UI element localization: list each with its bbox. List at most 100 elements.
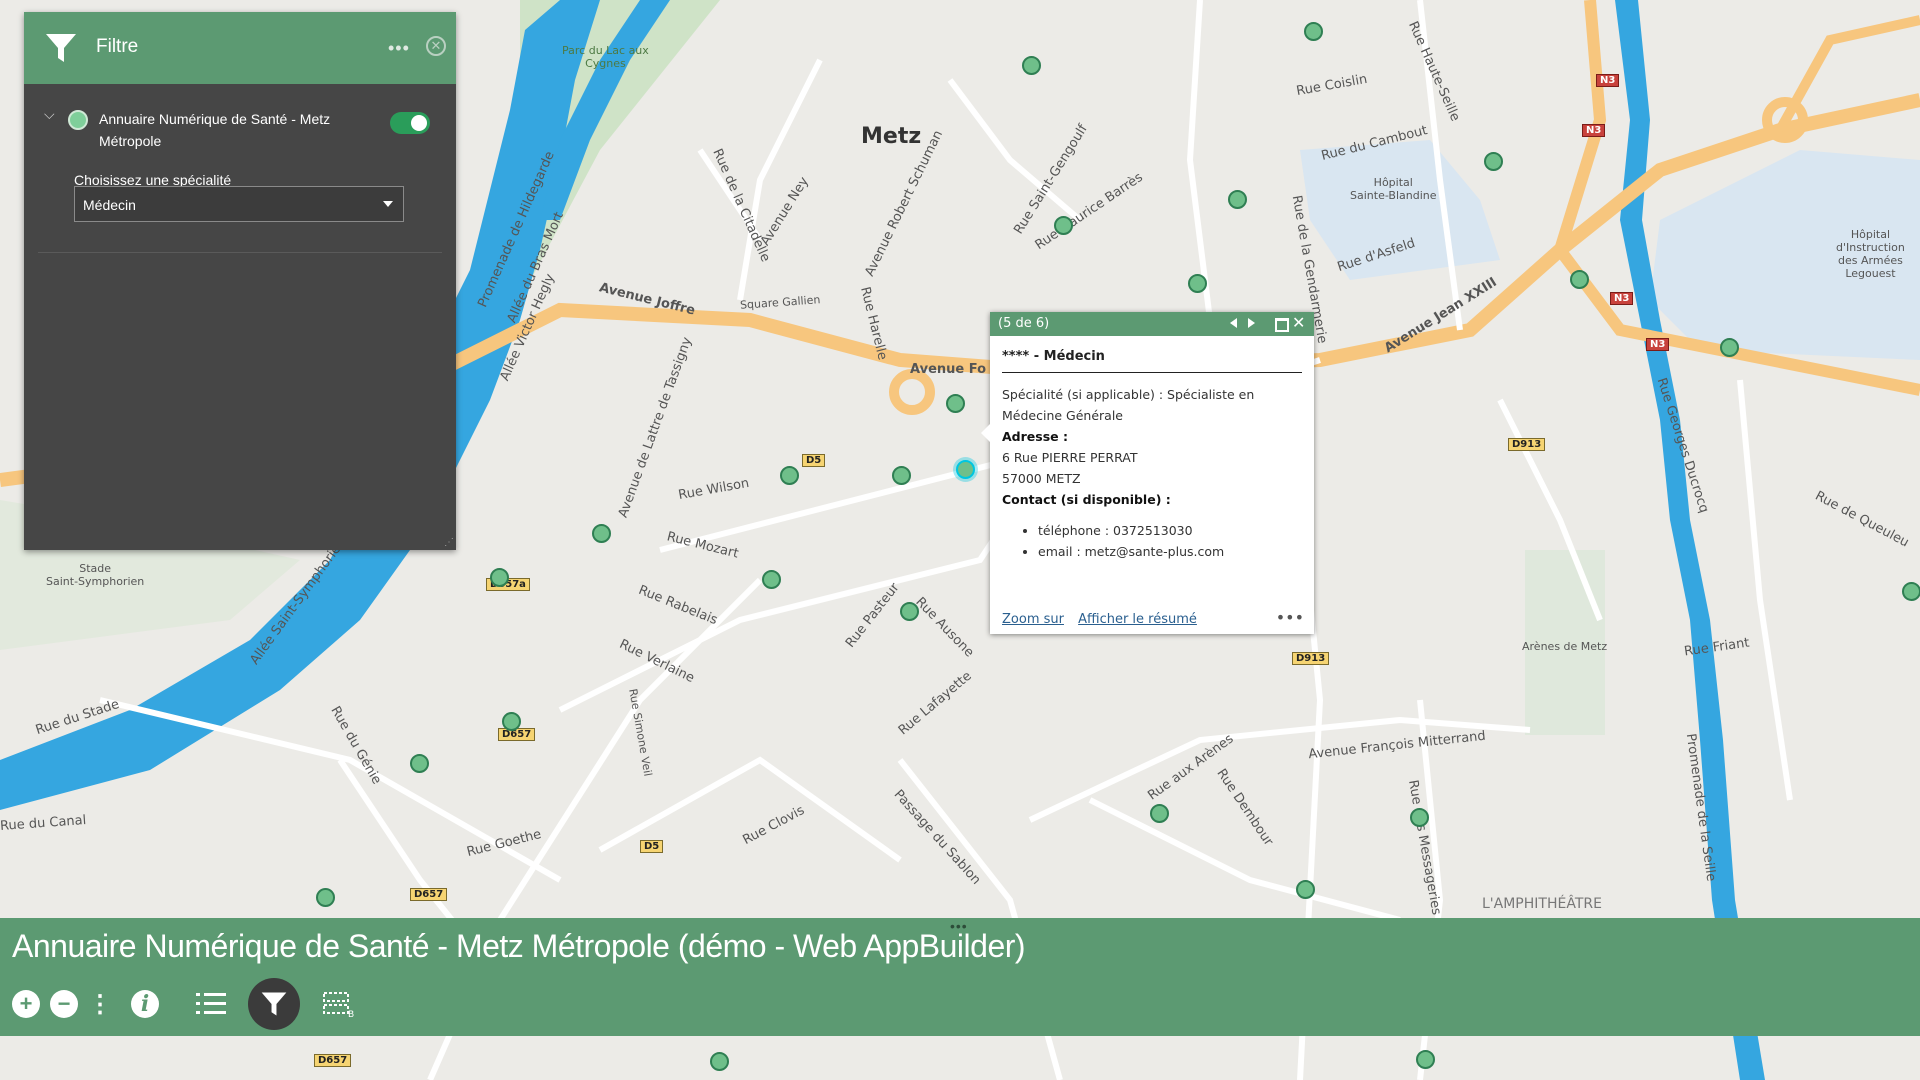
attribute-table-button[interactable]: B: [322, 982, 356, 1026]
zoom-in-button[interactable]: +: [12, 982, 40, 1026]
specialty-select-value: Médecin: [83, 197, 136, 213]
caret-down-icon: [383, 201, 393, 207]
map-label-hopital-sainte-blandine: Hôpital Sainte-Blandine: [1350, 176, 1437, 202]
map-marker[interactable]: [1150, 804, 1169, 823]
specialty-select[interactable]: Médecin: [74, 186, 404, 222]
minus-icon: −: [50, 990, 78, 1018]
map-marker[interactable]: [316, 888, 335, 907]
map-marker[interactable]: [1188, 274, 1207, 293]
filter-panel: Filtre ••• ✕ ⌵ Annuaire Numérique de San…: [24, 12, 456, 550]
app-bottom-bar: ••• Annuaire Numérique de Santé - Metz M…: [0, 918, 1920, 1036]
map-marker[interactable]: [1902, 582, 1920, 601]
road-shield-d657: D657: [314, 1054, 352, 1067]
chevron-down-icon[interactable]: ⌵: [44, 106, 55, 123]
road-shield-d913: D913: [1292, 652, 1330, 665]
map-marker[interactable]: [1410, 808, 1429, 827]
map-marker[interactable]: [946, 394, 965, 413]
filter-layer-toggle[interactable]: [390, 112, 430, 134]
map-marker[interactable]: [592, 524, 611, 543]
filter-divider: [38, 252, 442, 253]
feature-popup: (5 de 6) ✕ **** - Médecin Spécialité (si…: [981, 312, 1314, 634]
resize-grip-icon[interactable]: ⋰: [444, 537, 454, 548]
map-label-avenue-fo: Avenue Fo: [910, 362, 987, 377]
filter-close-button[interactable]: ✕: [426, 36, 446, 56]
map-marker[interactable]: [1054, 216, 1073, 235]
map-label-parc: Parc du Lac aux Cygnes: [562, 44, 649, 70]
app-title: Annuaire Numérique de Santé - Metz Métro…: [12, 928, 1026, 964]
road-shield-n3: N3: [1646, 338, 1670, 351]
popup-count: (5 de 6): [998, 316, 1050, 331]
filter-layer-title: Annuaire Numérique de Santé - Metz Métro…: [99, 111, 331, 149]
map-marker[interactable]: [1484, 152, 1503, 171]
popup-contact-label: Contact (si disponible) :: [1002, 492, 1171, 507]
popup-specialite: Spécialité (si applicable) : Spécialiste…: [1002, 387, 1255, 423]
map-marker[interactable]: [780, 466, 799, 485]
map-label-amphitheatre: L'AMPHITHÉÂTRE: [1482, 896, 1602, 912]
road-shield-n3: N3: [1610, 292, 1634, 305]
map-marker[interactable]: [1296, 880, 1315, 899]
plus-icon: +: [12, 990, 40, 1018]
popup-pointer: [981, 424, 990, 442]
map-marker[interactable]: [502, 712, 521, 731]
map-marker[interactable]: [892, 466, 911, 485]
map-marker[interactable]: [762, 570, 781, 589]
map-marker[interactable]: [1720, 338, 1739, 357]
road-shield-n3: N3: [1582, 124, 1606, 137]
popup-adresse-label: Adresse :: [1002, 429, 1068, 444]
more-tools-button[interactable]: ⋮: [88, 982, 112, 1026]
info-icon: i: [131, 990, 159, 1018]
list-icon: [196, 993, 226, 1014]
road-shield-d5: D5: [640, 840, 664, 853]
map-label-stade: Stade Saint-Symphorien: [46, 562, 145, 588]
map-marker[interactable]: [490, 568, 509, 587]
map-marker[interactable]: [1022, 56, 1041, 75]
map-marker-selected[interactable]: [956, 460, 975, 479]
popup-adresse-line2: 57000 METZ: [1002, 471, 1081, 486]
popup-close-icon[interactable]: ✕: [1292, 313, 1305, 332]
road-shield-n3: N3: [1596, 74, 1620, 87]
attribute-table-icon: B: [323, 992, 354, 1019]
popup-email: email : metz@sante-plus.com: [1038, 541, 1302, 562]
map-label-arenes: Arènes de Metz: [1522, 640, 1608, 653]
road-shield-d657: D657: [498, 728, 536, 741]
info-button[interactable]: i: [130, 982, 160, 1026]
popup-divider: [1002, 372, 1302, 373]
road-shield-d657: D657: [410, 888, 448, 901]
map-marker[interactable]: [1570, 270, 1589, 289]
filter-more-button[interactable]: •••: [388, 38, 410, 59]
popup-more-button[interactable]: •••: [1276, 608, 1304, 627]
popup-prev-icon[interactable]: [1230, 318, 1237, 328]
map-marker[interactable]: [1304, 22, 1323, 41]
map-marker[interactable]: [410, 754, 429, 773]
popup-zoom-link[interactable]: Zoom sur: [1002, 612, 1064, 627]
popup-header: (5 de 6) ✕: [990, 312, 1314, 336]
svg-text:B: B: [348, 1010, 354, 1019]
filter-widget-button[interactable]: [248, 978, 300, 1030]
popup-maximize-icon[interactable]: [1275, 318, 1289, 332]
popup-next-icon[interactable]: [1248, 318, 1255, 328]
zoom-out-button[interactable]: −: [50, 982, 78, 1026]
layer-globe-icon: [68, 110, 88, 130]
filter-layer-row: ⌵ Annuaire Numérique de Santé - Metz Mét…: [24, 92, 456, 152]
popup-adresse-line1: 6 Rue PIERRE PERRAT: [1002, 450, 1138, 465]
toggle-knob: [411, 115, 427, 131]
popup-telephone: téléphone : 0372513030: [1038, 520, 1302, 541]
popup-contact-list: téléphone : 0372513030 email : metz@sant…: [1002, 520, 1302, 562]
map-marker[interactable]: [710, 1052, 729, 1071]
map-marker[interactable]: [900, 602, 919, 621]
popup-footer: Zoom sur Afficher le résumé: [1002, 612, 1302, 627]
popup-title: **** - Médecin: [1002, 349, 1105, 364]
filter-icon: [46, 34, 76, 62]
layer-list-button[interactable]: [194, 982, 228, 1026]
map-marker[interactable]: [1416, 1050, 1435, 1069]
popup-body: Spécialité (si applicable) : Spécialiste…: [1002, 384, 1302, 562]
filter-panel-header: Filtre ••• ✕: [24, 12, 456, 84]
popup-resume-link[interactable]: Afficher le résumé: [1078, 612, 1197, 627]
map-label-hopital-legouest: Hôpital d'Instruction des Armées Legoues…: [1836, 228, 1905, 280]
road-shield-d5: D5: [802, 454, 826, 467]
map-marker[interactable]: [1228, 190, 1247, 209]
filter-icon: [261, 992, 287, 1016]
road-shield-d913: D913: [1508, 438, 1546, 451]
map-label-metz: Metz: [861, 124, 922, 149]
filter-panel-title: Filtre: [96, 36, 139, 57]
